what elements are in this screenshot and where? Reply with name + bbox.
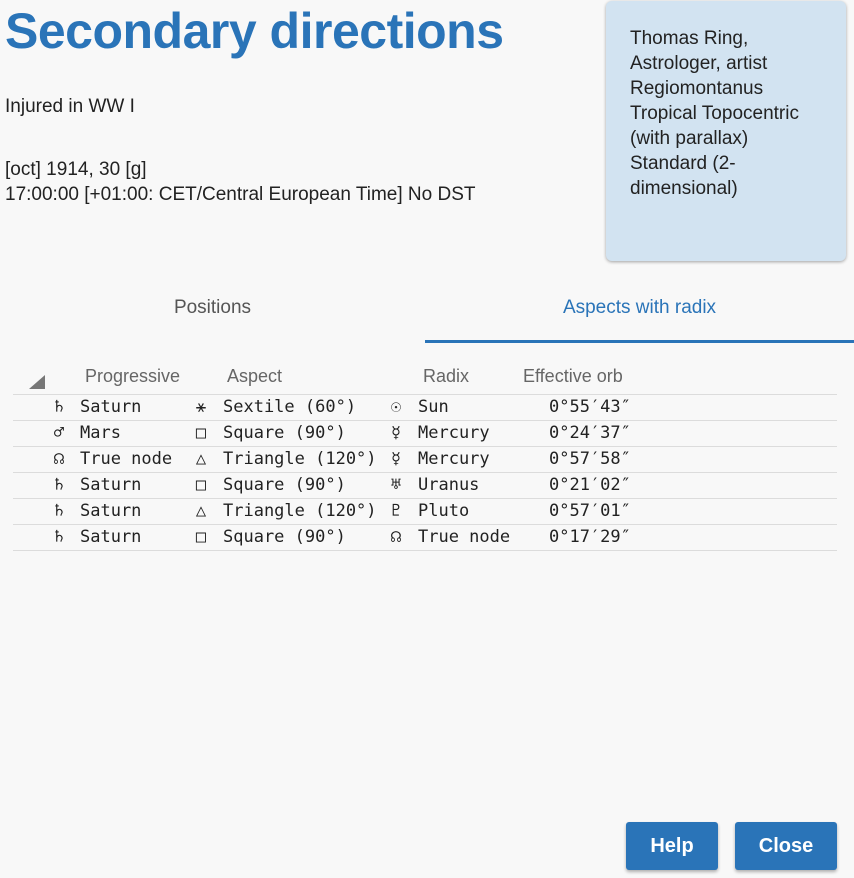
- event-name: Injured in WW I: [5, 96, 135, 117]
- mercury-icon: ☿: [390, 449, 402, 469]
- parallax-note: (with parallax): [630, 128, 749, 149]
- progressive-planet: True node: [80, 449, 173, 469]
- effective-orb: 0°24′37″: [549, 423, 631, 443]
- effective-orb: 0°57′01″: [549, 501, 631, 521]
- event-datetime: [oct] 1914, 30 [g] 17:00:00 [+01:00: CET…: [5, 157, 476, 207]
- page-title: Secondary directions: [5, 3, 504, 59]
- mode-line-2: dimensional): [630, 178, 738, 199]
- saturn-icon: ♄: [53, 527, 65, 547]
- chart-info-card: Thomas Ring, Astrologer, artist Regiomon…: [606, 1, 846, 261]
- header-progressive[interactable]: Progressive: [85, 366, 180, 387]
- tab-aspects-with-radix[interactable]: Aspects with radix: [425, 278, 854, 340]
- table-header: Progressive Aspect Radix Effective orb: [13, 364, 837, 394]
- effective-orb: 0°21′02″: [549, 475, 631, 495]
- radix-planet: Uranus: [418, 475, 480, 495]
- uranus-icon: ♅: [390, 475, 402, 495]
- square-icon: □: [195, 475, 207, 495]
- aspect-name: Square (90°): [223, 423, 346, 443]
- aspect-name: Triangle (120°): [223, 501, 377, 521]
- effective-orb: 0°17′29″: [549, 527, 631, 547]
- aspect-name: Triangle (120°): [223, 449, 377, 469]
- progressive-planet: Saturn: [80, 475, 142, 495]
- tab-bar: Positions Aspects with radix: [0, 278, 854, 344]
- square-icon: □: [195, 527, 207, 547]
- help-button[interactable]: Help: [626, 822, 718, 870]
- active-tab-indicator: [425, 340, 854, 343]
- person-name: Thomas Ring,: [630, 28, 749, 49]
- radix-planet: Sun: [418, 397, 449, 417]
- table-row[interactable]: ♄ Saturn □ Square (90°) ♅ Uranus 0°21′02…: [13, 472, 837, 498]
- radix-planet: True node: [418, 527, 511, 547]
- radix-planet: Mercury: [418, 423, 490, 443]
- pluto-icon: ♇: [390, 501, 402, 521]
- header-aspect[interactable]: Aspect: [227, 366, 282, 387]
- sextile-icon: ⚹: [195, 397, 207, 417]
- table-row[interactable]: ♄ Saturn □ Square (90°) ☊ True node 0°17…: [13, 524, 837, 550]
- saturn-icon: ♄: [53, 501, 65, 521]
- progressive-planet: Saturn: [80, 501, 142, 521]
- person-occupation: Astrologer, artist: [630, 53, 768, 74]
- aspect-name: Sextile (60°): [223, 397, 357, 417]
- true-node-icon: ☊: [53, 449, 65, 469]
- radix-planet: Pluto: [418, 501, 470, 521]
- saturn-icon: ♄: [53, 397, 65, 417]
- secondary-directions-page: Secondary directions Injured in WW I [oc…: [0, 0, 854, 878]
- mercury-icon: ☿: [390, 423, 402, 443]
- effective-orb: 0°55′43″: [549, 397, 631, 417]
- table-row[interactable]: ☊ True node △ Triangle (120°) ☿ Mercury …: [13, 446, 837, 472]
- radix-planet: Mercury: [418, 449, 490, 469]
- aspects-table: Progressive Aspect Radix Effective orb ♄…: [13, 364, 837, 551]
- event-date: [oct] 1914, 30 [g]: [5, 159, 147, 180]
- header-effective-orb[interactable]: Effective orb: [523, 366, 623, 387]
- effective-orb: 0°57′58″: [549, 449, 631, 469]
- table-row[interactable]: ♂ Mars □ Square (90°) ☿ Mercury 0°24′37″: [13, 420, 837, 446]
- table-row[interactable]: ♄ Saturn ⚹ Sextile (60°) ☉ Sun 0°55′43″: [13, 394, 837, 420]
- close-button[interactable]: Close: [735, 822, 837, 870]
- mars-icon: ♂: [53, 423, 65, 443]
- progressive-planet: Mars: [80, 423, 121, 443]
- progressive-planet: Saturn: [80, 397, 142, 417]
- triangle-icon: △: [195, 501, 207, 521]
- sun-icon: ☉: [390, 397, 402, 417]
- aspect-name: Square (90°): [223, 527, 346, 547]
- house-system: Regiomontanus: [630, 78, 764, 99]
- sort-corner-icon[interactable]: [29, 375, 45, 389]
- table-row[interactable]: ♄ Saturn △ Triangle (120°) ♇ Pluto 0°57′…: [13, 498, 837, 524]
- triangle-icon: △: [195, 449, 207, 469]
- header-radix[interactable]: Radix: [423, 366, 469, 387]
- table-body: ♄ Saturn ⚹ Sextile (60°) ☉ Sun 0°55′43″ …: [13, 394, 837, 551]
- progressive-planet: Saturn: [80, 527, 142, 547]
- tab-positions[interactable]: Positions: [0, 278, 425, 340]
- true-node-icon: ☊: [390, 527, 402, 547]
- saturn-icon: ♄: [53, 475, 65, 495]
- zodiac-type: Tropical Topocentric: [630, 103, 799, 124]
- event-time: 17:00:00 [+01:00: CET/Central European T…: [5, 184, 476, 205]
- aspect-name: Square (90°): [223, 475, 346, 495]
- mode-line-1: Standard (2-: [630, 153, 736, 174]
- square-icon: □: [195, 423, 207, 443]
